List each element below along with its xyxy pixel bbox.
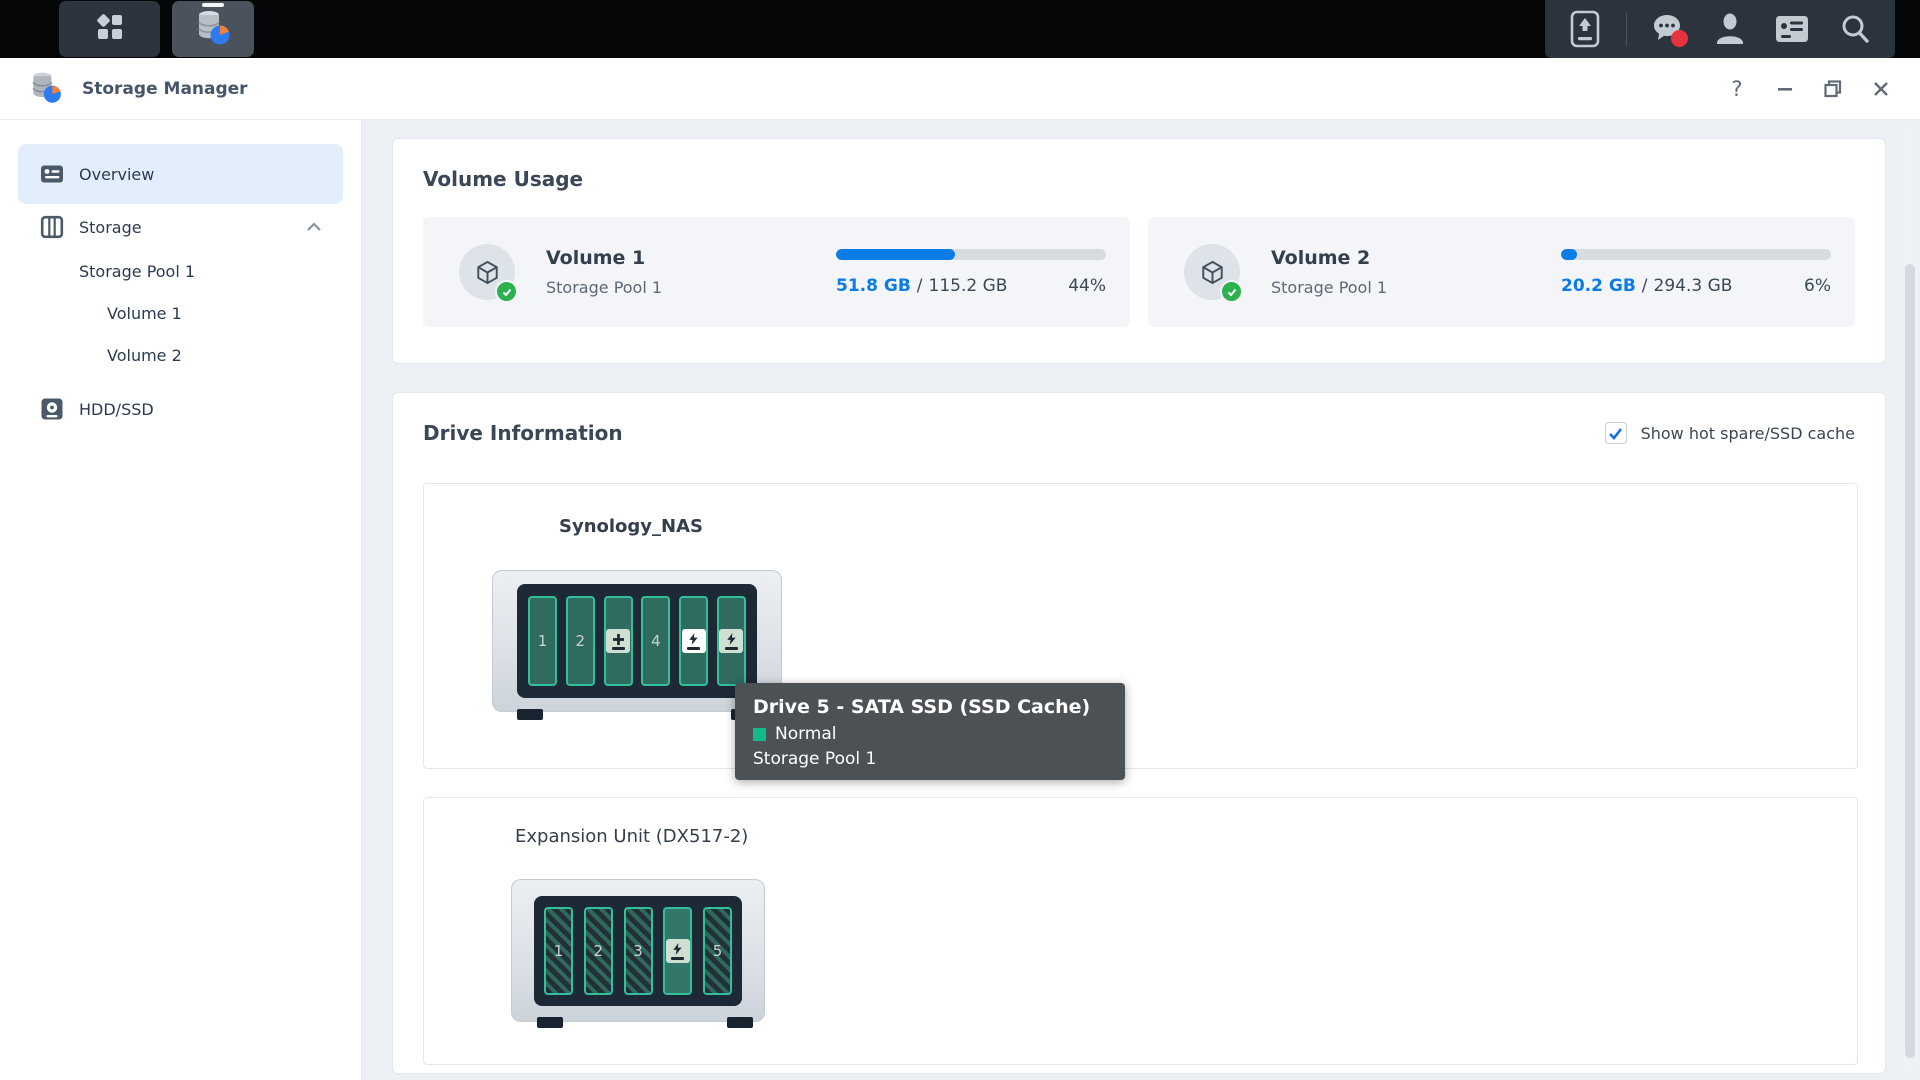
volume-usage-panel: Volume Usage Volume 1 Storage Pool 1 51.…	[392, 138, 1886, 364]
help-button[interactable]: ?	[1720, 72, 1754, 106]
notification-badge	[1671, 30, 1689, 47]
overview-icon	[40, 162, 64, 186]
drive-information-panel: Drive Information Show hot spare/SSD cac…	[392, 392, 1886, 1074]
ssd-cache-icon	[719, 629, 744, 653]
nas-drive-bay-5[interactable]	[679, 596, 709, 686]
status-ok-icon	[1220, 280, 1243, 303]
nas-drive-bay-3[interactable]	[603, 596, 633, 686]
volume-total: 294.3 GB	[1653, 275, 1733, 296]
window-controls: ?	[1720, 72, 1898, 106]
nas-drive-bay-6[interactable]	[716, 596, 746, 686]
volume-stats: 51.8 GB / 115.2 GB 44%	[836, 276, 1106, 296]
search-icon[interactable]	[1833, 7, 1877, 51]
exp-drive-bay-3[interactable]: 3	[623, 906, 653, 995]
status-ok-icon	[495, 280, 518, 303]
tray-separator	[1625, 12, 1627, 46]
app-grid-icon	[94, 11, 126, 47]
nas-unit-name: Synology_NAS	[559, 516, 703, 537]
volume-percent: 44%	[1068, 275, 1106, 296]
ssd-cache-icon	[681, 629, 706, 653]
system-tray	[1545, 0, 1895, 58]
nas-drive-bay-2[interactable]: 2	[565, 596, 595, 686]
nas-drive-bay-4[interactable]: 4	[641, 596, 671, 686]
nas-unit-box: Synology_NAS 1 2 4	[423, 483, 1858, 769]
volume-pool: Storage Pool 1	[1271, 278, 1388, 297]
scrollbar-thumb[interactable]	[1905, 264, 1915, 1058]
nas-drive-bay-1[interactable]: 1	[528, 596, 557, 686]
taskbar	[0, 0, 1920, 58]
volume-progress-fill	[836, 248, 955, 260]
sidebar-item-storage-pool-1[interactable]: Storage Pool 1	[0, 250, 361, 292]
slash: /	[916, 275, 923, 296]
status-normal-icon	[753, 727, 766, 741]
drive-tooltip: Drive 5 - SATA SSD (SSD Cache) Normal St…	[735, 683, 1125, 780]
volume-used: 20.2 GB	[1561, 275, 1636, 296]
volume-percent: 6%	[1804, 275, 1831, 296]
volume-usage-title: Volume Usage	[423, 167, 584, 191]
sidebar: Overview Storage Storage Pool 1 Volume 1…	[0, 120, 362, 1080]
drive-information-title: Drive Information	[423, 421, 623, 445]
exp-drive-bay-5[interactable]: 5	[703, 906, 732, 995]
checkbox-checked-icon[interactable]	[1604, 422, 1627, 444]
exp-drive-bay-2[interactable]: 2	[583, 906, 613, 995]
tooltip-title: Drive 5 - SATA SSD (SSD Cache)	[753, 696, 1091, 718]
slash: /	[1641, 275, 1648, 296]
sidebar-item-volume-2[interactable]: Volume 2	[0, 334, 361, 376]
sidebar-item-label: Overview	[79, 164, 155, 184]
volume-name: Volume 1	[546, 247, 646, 269]
chevron-up-icon[interactable]	[305, 218, 323, 237]
expansion-enclosure: 1 2 3 5	[511, 879, 765, 1022]
exp-drive-bay-4[interactable]	[663, 906, 693, 995]
hdd-icon	[40, 397, 64, 421]
tooltip-status: Normal	[775, 724, 837, 744]
enclosure-foot	[517, 709, 543, 720]
sidebar-item-hdd-ssd[interactable]: HDD/SSD	[18, 386, 343, 432]
minimize-button[interactable]	[1768, 72, 1802, 106]
sidebar-item-volume-1[interactable]: Volume 1	[0, 292, 361, 334]
expansion-unit-box: Expansion Unit (DX517-2) 1 2 3 5	[423, 797, 1858, 1065]
storage-icon	[40, 215, 64, 239]
volume-2-card[interactable]: Volume 2 Storage Pool 1 20.2 GB / 294.3 …	[1148, 217, 1855, 327]
main-menu-button[interactable]	[59, 1, 160, 57]
enclosure-foot	[537, 1017, 563, 1028]
show-hot-spare-toggle[interactable]: Show hot spare/SSD cache	[1604, 422, 1855, 444]
widgets-icon[interactable]	[1770, 7, 1814, 51]
active-app-indicator	[202, 3, 224, 7]
notifications-chat-icon[interactable]	[1645, 7, 1689, 51]
window-title: Storage Manager	[82, 78, 248, 99]
expansion-unit-name: Expansion Unit (DX517-2)	[515, 826, 749, 847]
enclosure-foot	[727, 1017, 753, 1028]
exp-drive-bay-1[interactable]: 1	[544, 906, 573, 995]
volume-icon	[459, 244, 518, 303]
volume-total: 115.2 GB	[928, 275, 1008, 296]
volume-stats: 20.2 GB / 294.3 GB 6%	[1561, 276, 1831, 296]
volume-1-card[interactable]: Volume 1 Storage Pool 1 51.8 GB / 115.2 …	[423, 217, 1130, 327]
storage-manager-app-icon	[28, 69, 64, 109]
ssd-cache-icon	[665, 938, 690, 963]
maximize-button[interactable]	[1816, 72, 1850, 106]
volume-progress-fill	[1561, 248, 1578, 260]
storage-manager-icon	[193, 7, 233, 51]
scrollbar-track[interactable]	[1902, 122, 1918, 1078]
sidebar-item-storage[interactable]: Storage	[18, 204, 343, 250]
show-hot-spare-label: Show hot spare/SSD cache	[1640, 423, 1855, 443]
volume-progress-bar	[836, 248, 1106, 260]
volume-name: Volume 2	[1271, 247, 1371, 269]
tooltip-pool: Storage Pool 1	[753, 749, 877, 769]
external-device-icon[interactable]	[1563, 7, 1607, 51]
sidebar-item-label: Storage	[79, 217, 142, 237]
close-icon[interactable]	[1864, 72, 1898, 106]
content-area: Volume Usage Volume 1 Storage Pool 1 51.…	[362, 120, 1920, 1080]
taskbar-storage-manager-button[interactable]	[172, 1, 254, 57]
sidebar-item-overview[interactable]: Overview	[18, 144, 343, 204]
window-titlebar: Storage Manager ?	[0, 58, 1920, 120]
volume-icon	[1184, 244, 1243, 303]
volume-progress-bar	[1561, 248, 1831, 260]
user-icon[interactable]	[1708, 7, 1752, 51]
volume-used: 51.8 GB	[836, 275, 911, 296]
volume-pool: Storage Pool 1	[546, 278, 663, 297]
hot-spare-icon	[606, 629, 631, 653]
